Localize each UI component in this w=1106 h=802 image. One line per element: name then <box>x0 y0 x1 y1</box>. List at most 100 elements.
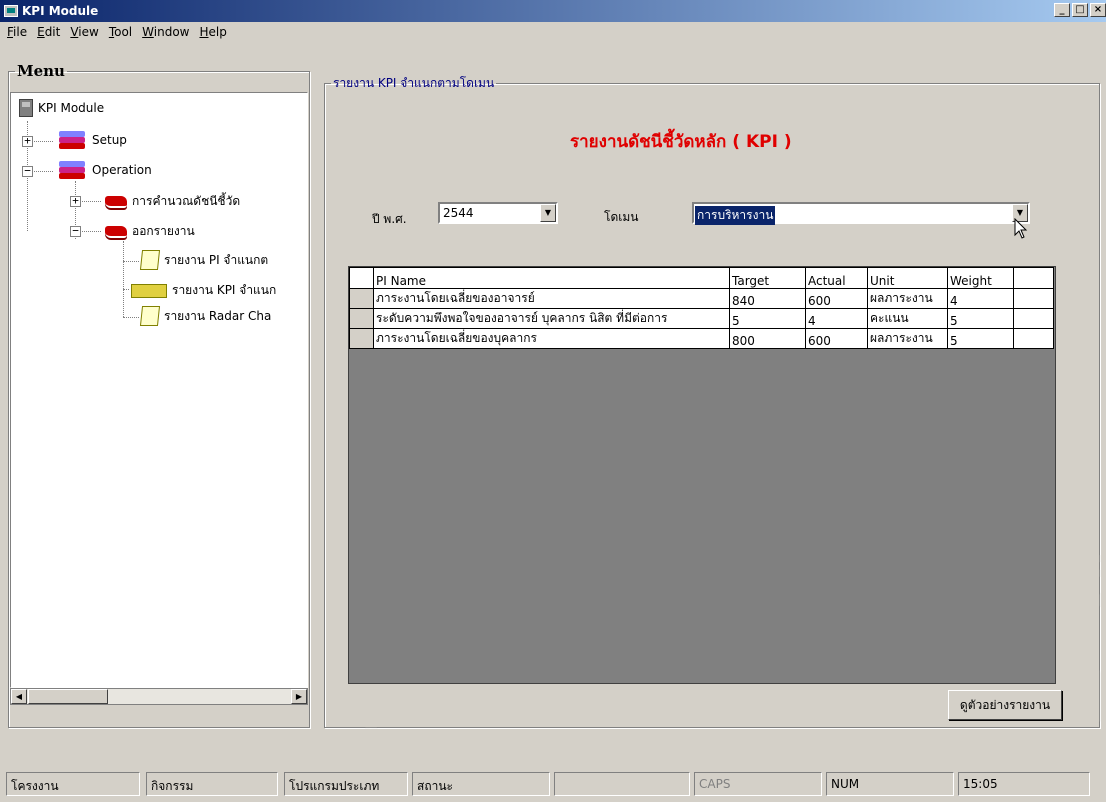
column-header[interactable]: Actual <box>805 267 868 289</box>
empty-cell <box>1013 288 1054 309</box>
empty-cell <box>1013 267 1054 289</box>
tree-item-calc[interactable]: การคำนวณดัชนีชี้วัด <box>105 192 240 211</box>
tree-item-setup[interactable]: Setup <box>59 131 127 149</box>
row-header-cell <box>349 267 374 289</box>
scroll-right-icon[interactable]: ▶ <box>291 689 307 704</box>
table-cell[interactable]: 5 <box>729 308 806 329</box>
tree-item-label: Operation <box>92 163 152 177</box>
tree-item-label: รายงาน Radar Cha <box>164 308 272 323</box>
mouse-cursor-icon <box>1014 218 1028 239</box>
tree-connector <box>123 317 139 318</box>
status-panel-program-type: โปรแกรมประเภท <box>284 772 408 796</box>
status-panel-clock: 15:05 <box>958 772 1090 796</box>
table-row[interactable]: ระดับความพึงพอใจของอาจารย์ บุคลากร นิสิต… <box>349 308 1054 329</box>
domain-select[interactable]: การบริหารงาน ▼ <box>692 202 1030 225</box>
expand-plus-icon[interactable]: + <box>70 195 81 207</box>
tree-connector <box>123 289 129 290</box>
table-cell[interactable]: 840 <box>729 288 806 309</box>
empty-cell <box>1013 308 1054 329</box>
menu-help[interactable]: Help <box>194 25 231 39</box>
year-select[interactable]: 2544 ▼ <box>438 202 558 224</box>
preview-report-button[interactable]: ดูตัวอย่างรายงาน <box>948 690 1062 720</box>
tree-item-label: รายงาน PI จำแนกต <box>164 252 269 267</box>
menu-window[interactable]: Window <box>137 25 194 39</box>
table-cell[interactable]: ระดับความพึงพอใจของอาจารย์ บุคลากร นิสิต… <box>373 308 730 329</box>
status-bar: โครงงาน กิจกรรม โปรแกรมประเภท สถานะ CAPS… <box>0 770 1106 802</box>
column-header[interactable]: Weight <box>947 267 1014 289</box>
folder-open-icon <box>131 283 167 298</box>
tree-horizontal-scrollbar[interactable]: ◀ ▶ <box>10 688 308 705</box>
menu-view[interactable]: View <box>65 25 103 39</box>
menu-bar: File Edit View Tool Window Help <box>0 22 1106 42</box>
row-header-cell[interactable] <box>349 308 374 329</box>
window-controls: _ □ × <box>1054 3 1106 17</box>
table-row[interactable]: ภาระงานโดยเฉลี่ยของบุคลากร 800 600 ผลภาร… <box>349 328 1054 349</box>
empty-cell <box>1013 328 1054 349</box>
app-icon <box>4 5 18 17</box>
folder-icon <box>139 306 161 326</box>
table-cell[interactable]: 800 <box>729 328 806 349</box>
maximize-button[interactable]: □ <box>1072 3 1088 17</box>
minimize-button[interactable]: _ <box>1054 3 1070 17</box>
menu-tool[interactable]: Tool <box>104 25 137 39</box>
tree-item-label: Setup <box>92 133 127 147</box>
tree-item-report-pi[interactable]: รายงาน PI จำแนกต <box>139 250 269 270</box>
domain-select-value: การบริหารงาน <box>695 206 776 225</box>
chevron-down-icon[interactable]: ▼ <box>540 204 556 222</box>
table-cell[interactable]: ผลภาระงาน <box>867 288 948 309</box>
table-cell[interactable]: ภาระงานโดยเฉลี่ยของบุคลากร <box>373 328 730 349</box>
status-panel-num: NUM <box>826 772 954 796</box>
table-cell[interactable]: 5 <box>947 328 1014 349</box>
tree-item-label: การคำนวณดัชนีชี้วัด <box>132 194 241 208</box>
table-cell[interactable]: 4 <box>947 288 1014 309</box>
table-cell[interactable]: 600 <box>805 288 868 309</box>
column-header[interactable]: Unit <box>867 267 948 289</box>
year-select-value: 2544 <box>443 206 474 220</box>
report-panel-legend: รายงาน KPI จำแนกตามโดเมน <box>333 76 495 90</box>
books-icon <box>59 161 87 179</box>
book-icon <box>105 225 127 238</box>
table-cell[interactable]: ผลภาระงาน <box>867 328 948 349</box>
tree-root[interactable]: KPI Module <box>19 99 104 117</box>
tree-item-report-kpi[interactable]: รายงาน KPI จำแนก <box>131 281 276 300</box>
status-panel-status: สถานะ <box>412 772 550 796</box>
books-icon <box>59 131 87 149</box>
title-bar: KPI Module _ □ × <box>0 0 1106 22</box>
tree-root-label: KPI Module <box>38 101 105 115</box>
computer-icon <box>19 99 33 117</box>
year-label: ปี พ.ศ. <box>372 212 407 226</box>
close-button[interactable]: × <box>1090 3 1106 17</box>
menu-edit[interactable]: Edit <box>32 25 65 39</box>
column-header[interactable]: PI Name <box>373 267 730 289</box>
scroll-left-icon[interactable]: ◀ <box>11 689 27 704</box>
table-cell[interactable]: 5 <box>947 308 1014 329</box>
kpi-table: PI Name Target Actual Unit Weight ภาระงา… <box>348 266 1056 684</box>
status-panel-empty <box>554 772 690 796</box>
table-cell[interactable]: ภาระงานโดยเฉลี่ยของอาจารย์ <box>373 288 730 309</box>
status-panel-caps: CAPS <box>694 772 822 796</box>
column-header[interactable]: Target <box>729 267 806 289</box>
scroll-thumb[interactable] <box>28 689 108 704</box>
expand-plus-icon[interactable]: + <box>22 135 33 147</box>
tree-connector <box>123 261 139 262</box>
collapse-minus-icon[interactable]: − <box>70 225 81 237</box>
tree-item-report-radar[interactable]: รายงาน Radar Cha <box>139 306 272 326</box>
status-panel-project: โครงงาน <box>6 772 140 796</box>
table-row[interactable]: ภาระงานโดยเฉลี่ยของอาจารย์ 840 600 ผลภาร… <box>349 288 1054 309</box>
page-title: รายงานดัชนีชี้วัดหลัก ( KPI ) <box>570 132 792 152</box>
table-cell[interactable]: 600 <box>805 328 868 349</box>
tree-item-report[interactable]: ออกรายงาน <box>105 222 195 241</box>
table-cell[interactable]: คะแนน <box>867 308 948 329</box>
collapse-minus-icon[interactable]: − <box>22 165 33 177</box>
menu-tree: KPI Module + Setup − Operation + การคำนว… <box>10 92 308 688</box>
menu-file[interactable]: File <box>2 25 32 39</box>
row-header-cell[interactable] <box>349 288 374 309</box>
tree-item-operation[interactable]: Operation <box>59 161 152 179</box>
tree-connector <box>123 241 124 317</box>
menu-panel-legend: Menu <box>17 62 65 80</box>
book-icon <box>105 195 127 208</box>
status-panel-activity: กิจกรรม <box>146 772 278 796</box>
table-cell[interactable]: 4 <box>805 308 868 329</box>
folder-icon <box>139 250 161 270</box>
row-header-cell[interactable] <box>349 328 374 349</box>
